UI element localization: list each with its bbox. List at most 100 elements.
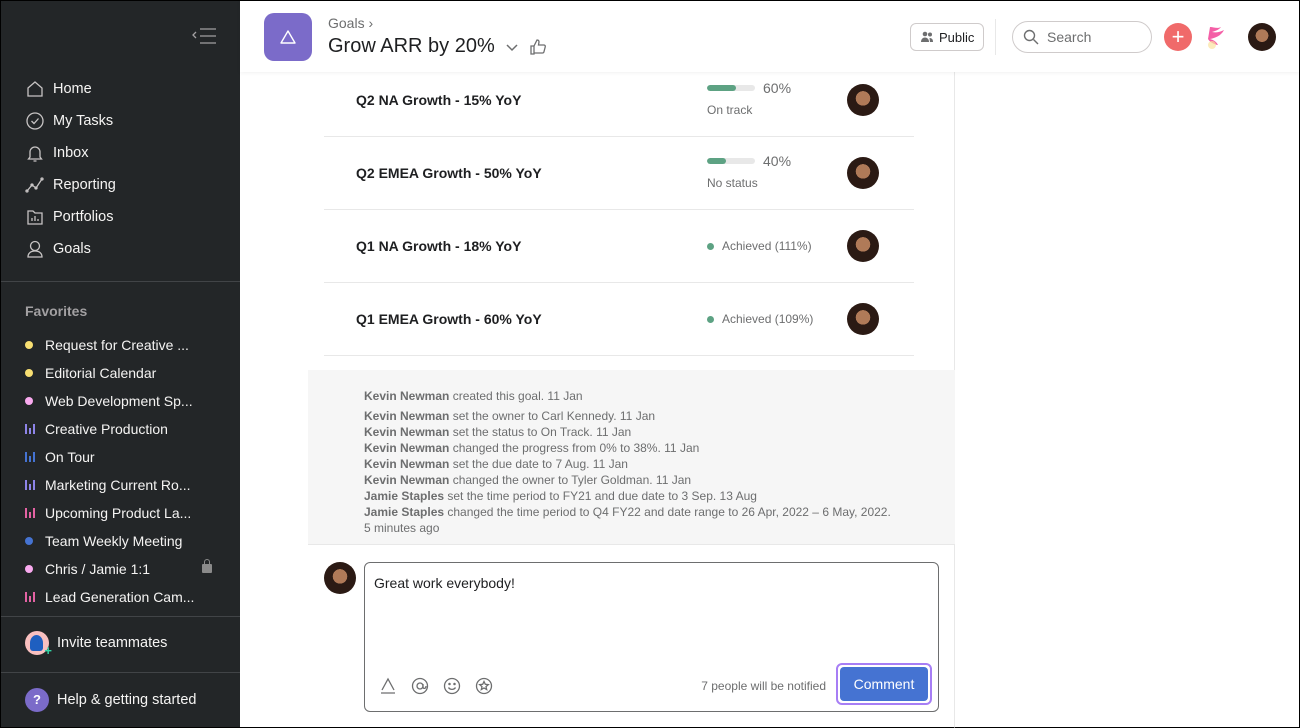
sidebar-item-inbox[interactable]: Inbox — [1, 137, 240, 169]
activity-actor[interactable]: Kevin Newman — [364, 457, 449, 471]
owner-avatar[interactable] — [847, 84, 879, 116]
search-placeholder: Search — [1047, 29, 1092, 45]
search-icon — [1023, 29, 1039, 45]
sidebar-item-portfolios[interactable]: Portfolios — [1, 201, 240, 233]
activity-actor[interactable]: Kevin Newman — [364, 441, 449, 455]
bell-icon — [27, 146, 43, 162]
user-avatar[interactable] — [1248, 23, 1276, 51]
sidebar: Home My Tasks Inbox Reporting Portfolios Goal… — [0, 0, 240, 728]
text-format-icon[interactable] — [379, 677, 397, 695]
line-chart-icon — [25, 177, 44, 193]
favorite-item[interactable]: Creative Production — [1, 415, 240, 443]
activity-actor[interactable]: Kevin Newman — [364, 389, 449, 403]
sub-goal-name[interactable]: Q2 EMEA Growth - 50% YoY — [356, 137, 542, 210]
activity-text: changed the time period to Q4 FY22 and d… — [364, 505, 891, 535]
help-button[interactable]: ? Help & getting started — [25, 688, 196, 712]
favorite-item[interactable]: Web Development Sp... — [1, 387, 240, 415]
sidebar-item-my-tasks[interactable]: My Tasks — [1, 105, 240, 137]
favorite-label: Web Development Sp... — [45, 393, 193, 409]
goal-main-panel: Q2 NA Growth - 15% YoY 60% On track Q2 EMEA… — [240, 72, 955, 728]
activity-actor[interactable]: Kevin Newman — [364, 409, 449, 423]
goal-progress: 40% No status — [707, 152, 791, 190]
public-button[interactable]: Public — [910, 23, 985, 51]
project-color-dot-icon — [25, 565, 33, 573]
portfolio-bars-icon — [25, 508, 35, 518]
invite-teammates-button[interactable]: + Invite teammates — [25, 631, 167, 658]
breadcrumb[interactable]: Goals › — [328, 15, 373, 31]
favorites-list: Request for Creative ... Editorial Calend… — [1, 331, 240, 611]
favorite-label: On Tour — [45, 449, 95, 465]
status-label: No status — [707, 176, 758, 190]
status-dot-icon — [707, 316, 714, 323]
goal-progress: 60% On track — [707, 79, 791, 117]
collapse-sidebar-icon[interactable] — [191, 27, 217, 45]
thumbs-up-icon[interactable] — [529, 38, 547, 56]
sub-goal-row[interactable]: Q2 EMEA Growth - 50% YoY 40% No status — [324, 137, 914, 210]
activity-item: Kevin Newman changed the owner to Tyler … — [364, 472, 899, 488]
status-dot-icon — [707, 243, 714, 250]
emoji-icon[interactable] — [443, 677, 461, 695]
favorite-item[interactable]: On Tour — [1, 443, 240, 471]
sub-goal-name[interactable]: Q2 NA Growth - 15% YoY — [356, 64, 521, 137]
favorite-item[interactable]: Team Weekly Meeting — [1, 527, 240, 555]
project-color-dot-icon — [25, 369, 33, 377]
breadcrumb-goals[interactable]: Goals — [328, 15, 365, 31]
activity-text: set the time period to FY21 and due date… — [444, 489, 757, 503]
add-button[interactable]: + — [1164, 23, 1192, 51]
sub-goal-name[interactable]: Q1 EMEA Growth - 60% YoY — [356, 283, 542, 356]
portfolio-bars-icon — [25, 592, 35, 602]
sub-goal-row[interactable]: Q2 NA Growth - 15% YoY 60% On track — [324, 64, 914, 137]
comment-button[interactable]: Comment — [836, 663, 932, 705]
favorite-item[interactable]: Lead Generation Cam... — [1, 583, 240, 611]
favorite-label: Creative Production — [45, 421, 168, 437]
favorite-item[interactable]: Upcoming Product La... — [1, 499, 240, 527]
status-label: On track — [707, 103, 753, 117]
chevron-down-icon[interactable] — [505, 40, 519, 54]
portfolio-bars-icon — [25, 480, 35, 490]
sidebar-item-home[interactable]: Home — [1, 73, 240, 105]
favorite-item[interactable]: Marketing Current Ro... — [1, 471, 240, 499]
appreciation-icon[interactable] — [475, 677, 493, 695]
activity-actor[interactable]: Jamie Staples — [364, 489, 444, 503]
sub-goal-row[interactable]: Q1 EMEA Growth - 60% YoY Achieved (109%) — [324, 283, 914, 356]
lock-icon — [202, 559, 212, 573]
favorite-item[interactable]: Request for Creative ... — [1, 331, 240, 359]
favorite-label: Request for Creative ... — [45, 337, 189, 353]
sidebar-item-label: Home — [53, 81, 92, 97]
favorite-label: Lead Generation Cam... — [45, 589, 195, 605]
activity-actor[interactable]: Kevin Newman — [364, 425, 449, 439]
sidebar-item-label: My Tasks — [53, 113, 114, 129]
sub-goal-name[interactable]: Q1 NA Growth - 18% YoY — [356, 210, 521, 283]
search-input[interactable]: Search — [1012, 21, 1152, 53]
sub-goal-row[interactable]: Q1 NA Growth - 18% YoY Achieved (111%) — [324, 210, 914, 283]
activity-text: changed the progress from 0% to 38%. 11 … — [449, 441, 700, 455]
sidebar-item-label: Inbox — [53, 145, 89, 161]
asana-logo-icon[interactable] — [1206, 23, 1228, 51]
favorite-item[interactable]: Editorial Calendar — [1, 359, 240, 387]
owner-avatar[interactable] — [847, 157, 879, 189]
activity-text: set the owner to Carl Kennedy. 11 Jan — [449, 409, 656, 423]
activity-item: Kevin Newman changed the progress from 0… — [364, 440, 899, 456]
owner-avatar[interactable] — [847, 303, 879, 335]
favorite-label: Marketing Current Ro... — [45, 477, 191, 493]
portfolio-bars-icon — [25, 424, 35, 434]
project-color-dot-icon — [25, 341, 33, 349]
goal-status: Achieved (109%) — [707, 283, 813, 356]
achieved-label: Achieved (109%) — [722, 312, 814, 326]
mention-icon[interactable] — [411, 677, 429, 695]
project-color-dot-icon — [25, 397, 33, 405]
activity-item: Jamie Staples changed the time period to… — [364, 504, 899, 536]
sidebar-item-goals[interactable]: Goals — [1, 233, 240, 265]
sidebar-item-label: Portfolios — [53, 209, 114, 225]
activity-actor[interactable]: Kevin Newman — [364, 473, 449, 487]
help-label: Help & getting started — [57, 692, 197, 708]
achieved-label: Achieved (111%) — [722, 239, 812, 253]
divider — [1, 281, 240, 282]
favorite-item[interactable]: Chris / Jamie 1:1 — [1, 555, 240, 583]
activity-actor[interactable]: Jamie Staples — [364, 505, 444, 519]
page-title: Grow ARR by 20% — [328, 35, 547, 58]
comment-box[interactable]: Great work everybody! 7 people will be n… — [364, 562, 939, 712]
owner-avatar[interactable] — [847, 230, 879, 262]
comment-input[interactable]: Great work everybody! — [374, 575, 515, 591]
sidebar-item-reporting[interactable]: Reporting — [1, 169, 240, 201]
